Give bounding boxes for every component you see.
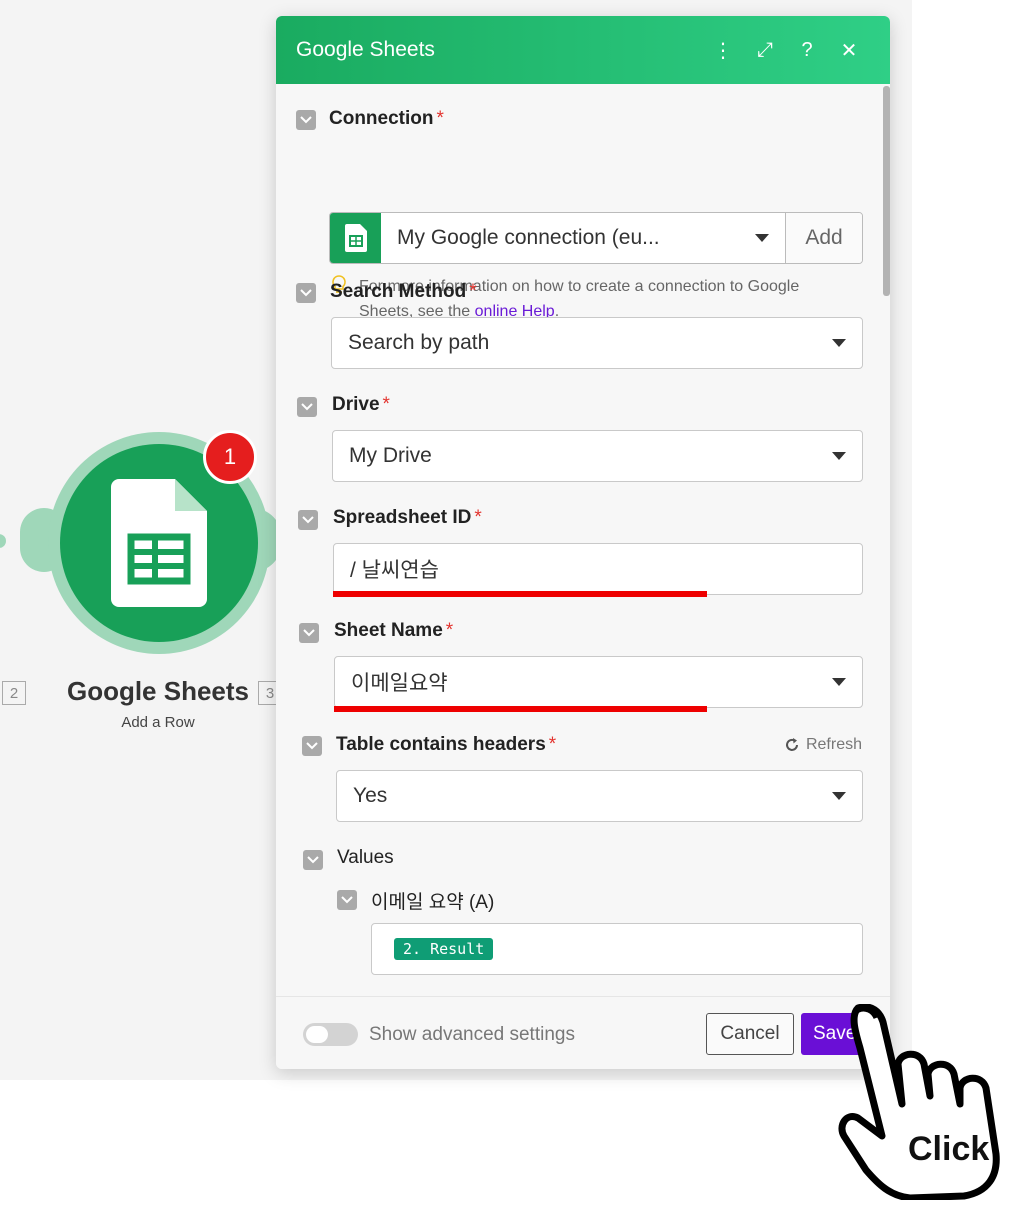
caret-down-icon (755, 234, 769, 242)
required-marker: * (548, 734, 557, 755)
dialog-title: Google Sheets (296, 38, 435, 61)
sheet-name-label-text: Sheet Name (334, 620, 443, 641)
google-sheets-icon (111, 479, 207, 607)
search-method-label-text: Search Method (330, 281, 467, 302)
drive-select[interactable]: My Drive (332, 430, 863, 482)
required-marker: * (469, 281, 477, 302)
annotation-underline (334, 706, 707, 712)
help-icon[interactable]: ? (786, 39, 828, 62)
sheet-name-label: Sheet Name * (334, 620, 453, 642)
search-method-collapse-toggle[interactable] (296, 283, 316, 303)
table-headers-label: Table contains headers * (336, 734, 556, 756)
drive-value: My Drive (349, 444, 432, 467)
module-settings-dialog: Google Sheets ⋮ ⤢ ? ✕ Connection * My Go… (276, 16, 890, 1069)
drive-label: Drive * (332, 394, 390, 416)
notification-badge: 1 (203, 430, 257, 484)
sheet-name-value: 이메일요약 (351, 672, 448, 695)
module-title: Google Sheets (66, 676, 250, 706)
chevron-down-icon (306, 742, 318, 750)
values-column-collapse-toggle[interactable] (337, 890, 357, 910)
dialog-scrollbar[interactable] (883, 86, 890, 296)
drive-collapse-toggle[interactable] (297, 397, 317, 417)
values-label: Values (337, 847, 394, 868)
required-marker: * (436, 108, 444, 129)
values-collapse-toggle[interactable] (303, 850, 323, 870)
table-headers-value: Yes (353, 784, 388, 807)
spreadsheet-id-label: Spreadsheet ID * (333, 507, 482, 529)
click-pointer-overlay: Click (838, 1003, 1004, 1205)
search-method-select[interactable]: Search by path (331, 317, 863, 369)
node-connector-left-dot[interactable] (0, 534, 6, 548)
annotation-underline (333, 591, 707, 597)
advanced-settings-label: Show advanced settings (369, 1024, 575, 1045)
chevron-down-icon (307, 856, 319, 864)
caret-down-icon (832, 339, 846, 347)
connection-value: My Google connection (eu... (397, 226, 660, 249)
caret-down-icon (832, 678, 846, 686)
advanced-settings-toggle[interactable] (303, 1023, 358, 1046)
chevron-down-icon (303, 629, 315, 637)
chevron-down-icon (301, 403, 313, 411)
required-marker: * (445, 620, 454, 641)
google-sheets-small-icon (330, 213, 381, 263)
connection-field: My Google connection (eu... Add (329, 212, 863, 264)
table-headers-label-text: Table contains headers (336, 734, 546, 755)
spreadsheet-id-collapse-toggle[interactable] (298, 510, 318, 530)
caret-down-icon (832, 452, 846, 460)
dialog-header: Google Sheets ⋮ ⤢ ? ✕ (276, 16, 890, 84)
table-headers-select[interactable]: Yes (336, 770, 863, 822)
drive-label-text: Drive (332, 394, 380, 415)
connection-label-text: Connection (329, 108, 434, 129)
dialog-body: Connection * My Google connection (eu... … (276, 84, 890, 996)
add-connection-button[interactable]: Add (786, 213, 862, 263)
toggle-knob (306, 1026, 328, 1043)
refresh-label: Refresh (805, 736, 862, 753)
spreadsheet-id-input[interactable]: / 날씨연습 (333, 543, 863, 595)
values-column-label: 이메일 요약 (A) (371, 892, 495, 913)
refresh-icon (785, 738, 798, 751)
search-method-label: Search Method * (330, 281, 477, 303)
chevron-down-icon (300, 289, 312, 297)
connection-collapse-toggle[interactable] (296, 110, 316, 130)
click-label: Click (908, 1130, 989, 1168)
hand-pointer-icon: Click (838, 1003, 1000, 1202)
chevron-down-icon (341, 896, 353, 904)
expand-icon[interactable]: ⤢ (744, 39, 786, 62)
sheet-name-select[interactable]: 이메일요약 (334, 656, 863, 708)
more-vertical-icon[interactable]: ⋮ (702, 38, 744, 63)
sheet-name-collapse-toggle[interactable] (299, 623, 319, 643)
close-icon[interactable]: ✕ (828, 38, 870, 63)
caret-down-icon (832, 792, 846, 800)
cancel-button[interactable]: Cancel (706, 1013, 794, 1055)
table-headers-collapse-toggle[interactable] (302, 736, 322, 756)
chevron-down-icon (302, 516, 314, 524)
mapped-value-pill[interactable]: 2. Result (394, 938, 494, 960)
search-method-value: Search by path (348, 331, 490, 354)
chevron-down-icon (300, 116, 312, 124)
required-marker: * (382, 394, 390, 415)
connection-label: Connection * (329, 108, 444, 130)
spreadsheet-id-label-text: Spreadsheet ID (333, 507, 472, 528)
module-subtitle: Add a Row (121, 714, 195, 731)
spreadsheet-id-value: / 날씨연습 (350, 559, 439, 582)
dialog-footer: Show advanced settings Cancel Save (276, 996, 890, 1069)
module-index-left: 2 (2, 681, 26, 705)
required-marker: * (474, 507, 482, 528)
refresh-button[interactable]: Refresh (784, 736, 862, 754)
values-column-input[interactable]: 2. Result (371, 923, 863, 975)
connection-select[interactable]: My Google connection (eu... (381, 213, 786, 263)
